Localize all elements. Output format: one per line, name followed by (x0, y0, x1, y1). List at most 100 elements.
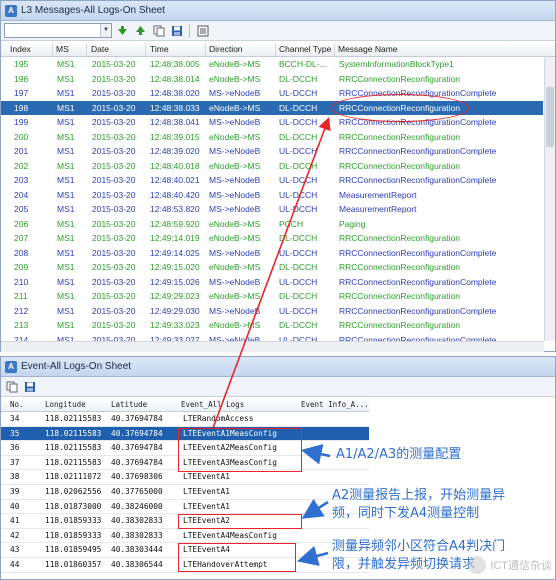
cell-dir: MS->eNodeB (209, 88, 261, 98)
cell-date: 2015-03-20 (92, 276, 136, 287)
event-row[interactable]: 34 118.02115583 40.37694784 LTERandomAccess (1, 412, 369, 427)
cell-lat: 40.38303444 (111, 545, 163, 555)
col-divider (86, 43, 87, 56)
cell-ch: UL-DCCH (279, 146, 318, 156)
col-message-name[interactable]: Message Name (338, 44, 398, 54)
l3-grid-header: Index MS Date Time Direction Channel Typ… (1, 42, 555, 57)
scrollbar-thumb[interactable] (546, 87, 554, 147)
table-row[interactable]: 196 MS1 2015-03-20 12:48:38.014 eNodeB->MS DL… (1, 72, 543, 87)
cell-idx: 209 (14, 262, 29, 272)
cell-ch: UL-DCCH (279, 276, 318, 287)
cell-dir: eNodeB->MS (209, 320, 261, 330)
event-row[interactable]: 42 118.01859333 40.38302833 LTEEventA4MeasC… (1, 529, 369, 544)
cell-dir: eNodeB->MS (209, 262, 261, 272)
table-row[interactable]: 213 MS1 2015-03-20 12:49:33.023 eNodeB->MS DL… (1, 318, 543, 333)
cell-ms: MS1 (57, 276, 75, 287)
cell-msg: MeasurementReport (339, 204, 417, 214)
cell-idx: 196 (14, 73, 29, 84)
col-longitude[interactable]: Longitude (45, 400, 86, 409)
cell-msg: RRCConnectionReconfigurationComplete (339, 247, 497, 258)
table-row[interactable]: 210 MS1 2015-03-20 12:49:15.026 MS->eNodeB UL… (1, 275, 543, 290)
cell-ev: LTEEventA1 (183, 487, 230, 496)
event-titlebar: A Event-All Logs-On Sheet (1, 357, 555, 377)
table-row[interactable]: 199 MS1 2015-03-20 12:48:38.041 MS->eNodeB UL… (1, 115, 543, 130)
cell-ms: MS1 (57, 233, 75, 243)
cell-msg: SystemInformationBlockType1 (339, 59, 454, 69)
table-row[interactable]: 203 MS1 2015-03-20 12:48:40.021 MS->eNodeB UL… (1, 173, 543, 188)
col-no[interactable]: No. (10, 400, 24, 409)
event-grid-header: No. Longitude Latitude Event_All Logs Ev… (1, 398, 369, 412)
table-row[interactable]: 201 MS1 2015-03-20 12:48:39.020 MS->eNodeB UL… (1, 144, 543, 159)
chevron-down-icon[interactable]: ▼ (100, 24, 111, 37)
col-channel-type[interactable]: Channel Type (279, 44, 331, 54)
cell-ch: DL-DCCH (279, 320, 318, 330)
table-row[interactable]: 197 MS1 2015-03-20 12:48:38.020 MS->eNodeB UL… (1, 86, 543, 101)
table-row[interactable]: 195 MS1 2015-03-20 12:48:38.005 eNodeB->MS BC… (1, 57, 543, 72)
save-icon[interactable] (22, 379, 37, 394)
table-row[interactable]: 200 MS1 2015-03-20 12:48:39.015 eNodeB->MS DL… (1, 130, 543, 145)
annotation-measconfig: A1/A2/A3的测量配置 (336, 447, 462, 462)
l3-vertical-scrollbar[interactable] (544, 57, 555, 341)
cell-dir: MS->eNodeB (209, 146, 261, 156)
filter-combo[interactable]: ▼ (4, 23, 112, 38)
table-row[interactable]: 202 MS1 2015-03-20 12:48:40.018 eNodeB->MS DL… (1, 159, 543, 174)
cell-time: 12:49:29.030 (150, 305, 200, 316)
l3-horizontal-scrollbar[interactable] (1, 341, 544, 352)
cell-date: 2015-03-20 (92, 160, 136, 171)
cell-ms: MS1 (57, 291, 75, 301)
cell-msg: RRCConnectionReconfiguration (339, 320, 460, 330)
table-row[interactable]: 208 MS1 2015-03-20 12:49:14.025 MS->eNodeB UL… (1, 246, 543, 261)
cell-time: 12:49:33.023 (150, 320, 200, 330)
arrow-up-icon[interactable] (133, 23, 148, 38)
table-row[interactable]: 209 MS1 2015-03-20 12:49:15.020 eNodeB->MS DL… (1, 260, 543, 275)
cell-dir: MS->eNodeB (209, 189, 261, 200)
event-row[interactable]: 39 118.02062556 40.37765000 LTEEventA1 (1, 485, 369, 500)
cell-ms: MS1 (57, 88, 75, 98)
cell-msg: RRCConnectionReconfigurationComplete (339, 305, 497, 316)
cell-ch: UL-DCCH (279, 204, 318, 214)
table-row[interactable]: 204 MS1 2015-03-20 12:48:40.420 MS->eNodeB UL… (1, 188, 543, 203)
table-row[interactable]: 212 MS1 2015-03-20 12:49:29.030 MS->eNodeB UL… (1, 304, 543, 319)
cell-ms: MS1 (57, 204, 75, 214)
cell-dir: MS->eNodeB (209, 175, 261, 185)
arrow-down-icon[interactable] (115, 23, 130, 38)
col-event[interactable]: Event_All Logs (181, 400, 244, 409)
col-ms[interactable]: MS (56, 44, 69, 54)
cell-lon: 118.01859333 (45, 530, 102, 540)
col-divider (334, 43, 335, 56)
cell-lon: 118.02111072 (45, 472, 102, 482)
cell-date: 2015-03-20 (92, 88, 136, 98)
save-icon[interactable] (169, 23, 184, 38)
table-row[interactable]: 207 MS1 2015-03-20 12:49:14.019 eNodeB->MS DL… (1, 231, 543, 246)
cell-ms: MS1 (57, 131, 75, 142)
cell-msg: RRCConnectionReconfigurationComplete (339, 146, 497, 156)
cell-ch: UL-DCCH (279, 305, 318, 316)
cell-no: 37 (10, 457, 20, 467)
window-title: Event-All Logs-On Sheet (21, 361, 132, 372)
detail-icon[interactable] (195, 23, 210, 38)
cell-idx: 213 (14, 320, 29, 330)
col-event-info[interactable]: Event Info_A... (301, 400, 369, 409)
cell-time: 12:48:53.820 (150, 204, 200, 214)
col-time[interactable]: Time (150, 44, 169, 54)
event-row[interactable]: 38 118.02111072 40.37698306 LTEEventA1 (1, 470, 369, 485)
table-row[interactable]: 205 MS1 2015-03-20 12:48:53.820 MS->eNodeB UL… (1, 202, 543, 217)
copy-icon[interactable] (4, 379, 19, 394)
cell-dir: eNodeB->MS (209, 102, 261, 113)
table-row[interactable]: 211 MS1 2015-03-20 12:49:29.023 eNodeB->MS DL… (1, 289, 543, 304)
col-date[interactable]: Date (91, 44, 109, 54)
copy-icon[interactable] (151, 23, 166, 38)
toolbar-divider (189, 23, 190, 38)
event-row[interactable]: 40 118.01873000 40.38246000 LTEEventA1 (1, 500, 369, 515)
annotation-a4-line1: 测量异频邻小区符合A4判决门 (332, 539, 506, 554)
table-row[interactable]: 206 MS1 2015-03-20 12:48:59.920 eNodeB->MS PC… (1, 217, 543, 232)
cell-dir: MS->eNodeB (209, 204, 261, 214)
col-latitude[interactable]: Latitude (111, 400, 147, 409)
col-direction[interactable]: Direction (209, 44, 243, 54)
cell-ms: MS1 (57, 262, 75, 272)
window-title: L3 Messages-All Logs-On Sheet (21, 5, 165, 16)
col-index[interactable]: Index (10, 44, 31, 54)
cell-msg: RRCConnectionReconfigurationComplete (339, 276, 497, 287)
cell-dir: eNodeB->MS (209, 160, 261, 171)
cell-lat: 40.37694784 (111, 428, 163, 438)
